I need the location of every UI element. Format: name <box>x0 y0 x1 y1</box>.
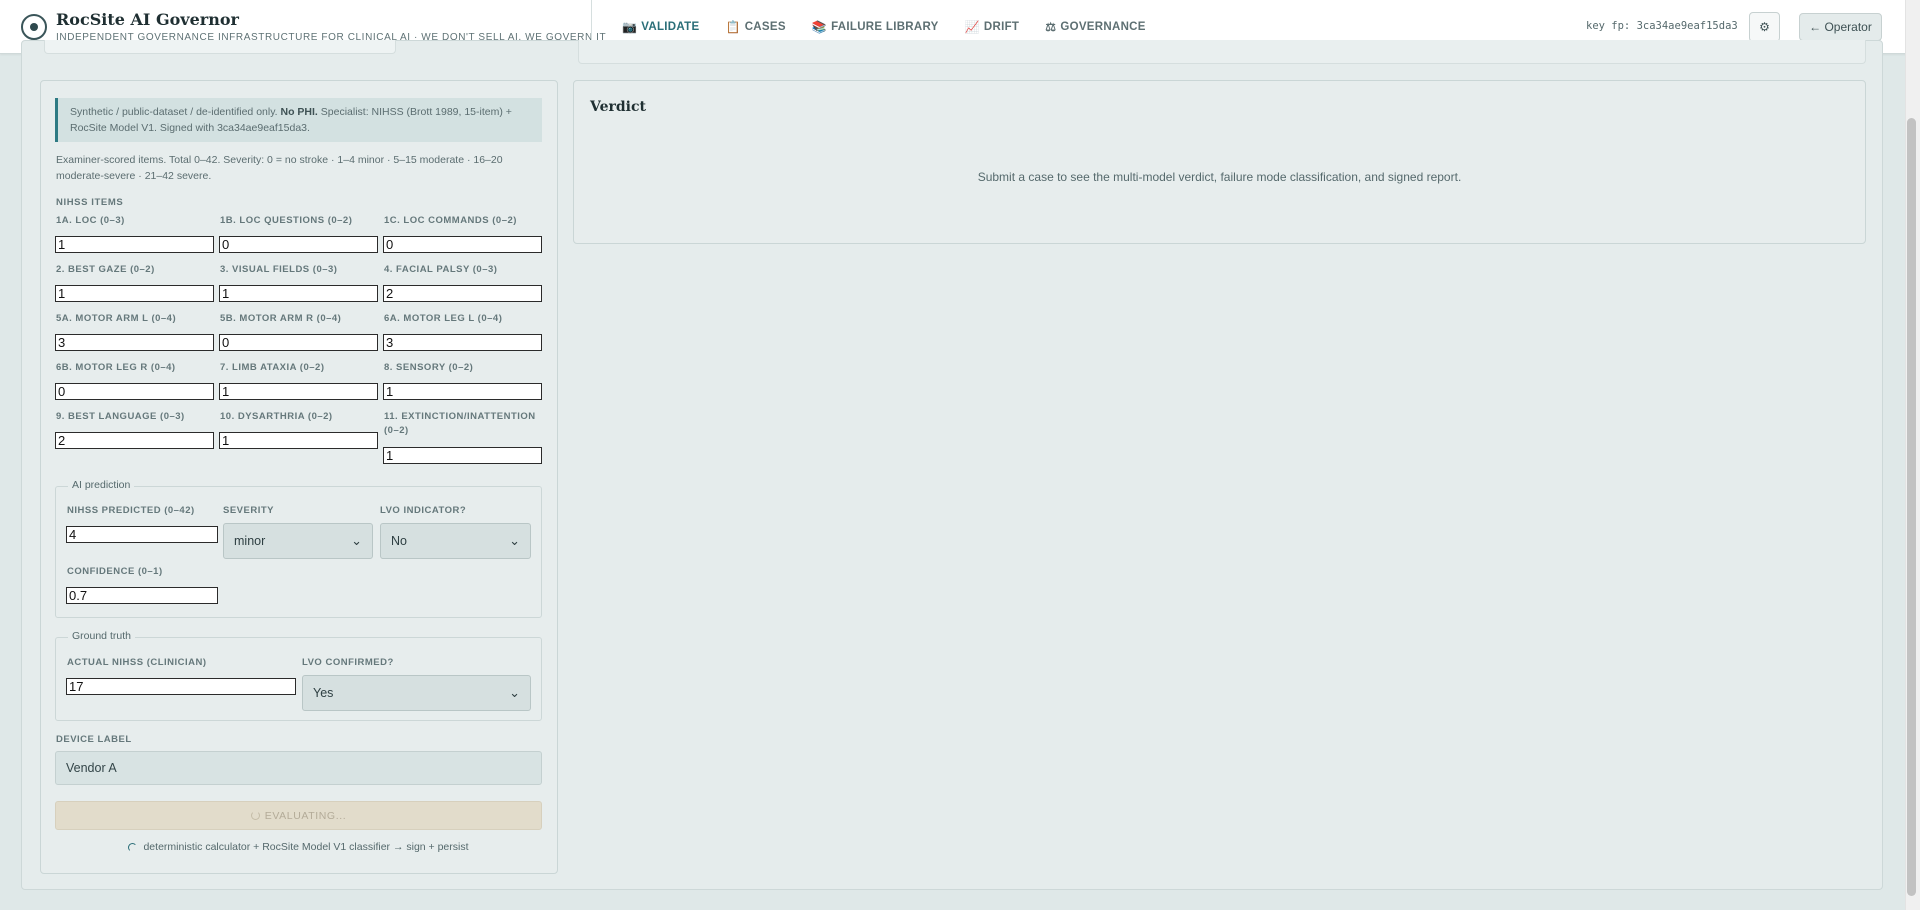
score-description: Examiner-scored items. Total 0–42. Sever… <box>56 154 503 182</box>
item-label: 1A. LOC (0–3) <box>56 215 125 226</box>
chevron-down-icon: ⌄ <box>351 533 362 548</box>
scrollbar-thumb[interactable] <box>1907 118 1916 896</box>
select-value: Yes <box>313 686 334 700</box>
loc-input[interactable] <box>55 236 214 253</box>
actual-nihss-input[interactable] <box>66 678 296 695</box>
field-label: CONFIDENCE (0–1) <box>67 566 163 577</box>
clipboard-icon: 📋 <box>725 19 741 34</box>
app-logo-icon <box>21 14 47 40</box>
progress-status: deterministic calculator + RocSite Model… <box>55 841 542 853</box>
item-label: 5A. MOTOR ARM L (0–4) <box>56 313 177 324</box>
item-label: 2. BEST GAZE (0–2) <box>56 264 155 275</box>
notice-bold: No PHI. <box>280 106 318 118</box>
dysarthria-input[interactable] <box>219 432 378 449</box>
notice-text: Synthetic / public-dataset / de-identifi… <box>70 106 278 118</box>
progress-text: deterministic calculator + RocSite Model… <box>143 841 469 853</box>
verdict-empty-message: Submit a case to see the multi-model ver… <box>977 170 1462 184</box>
nihss-items-heading: NIHSS ITEMS <box>56 197 124 208</box>
lvo-confirmed-select[interactable]: Yes ⌄ <box>302 675 531 711</box>
item-label: 6B. MOTOR LEG R (0–4) <box>56 362 176 373</box>
motor-arm-r-input[interactable] <box>219 334 378 351</box>
ground-truth-legend: Ground truth <box>68 630 135 642</box>
confidence-input[interactable] <box>66 587 218 604</box>
tab-label: GOVERNANCE <box>1060 20 1146 33</box>
device-label-input[interactable]: Vendor A <box>55 751 542 785</box>
chevron-down-icon: ⌄ <box>509 685 520 700</box>
select-value: minor <box>234 534 266 548</box>
chevron-down-icon: ⌄ <box>509 533 520 548</box>
key-fingerprint: key fp: 3ca34ae9eaf15da3 <box>1586 20 1738 32</box>
tab-label: VALIDATE <box>641 20 700 33</box>
facial-palsy-input[interactable] <box>383 285 542 302</box>
spinner-icon <box>250 811 260 820</box>
settings-button[interactable]: ⚙ <box>1749 12 1780 42</box>
item-label: 1B. LOC QUESTIONS (0–2) <box>220 215 353 226</box>
best-language-input[interactable] <box>55 432 214 449</box>
item-label: 8. SENSORY (0–2) <box>384 362 474 373</box>
item-label: 4. FACIAL PALSY (0–3) <box>384 264 498 275</box>
verdict-panel <box>573 80 1866 244</box>
evaluate-button[interactable]: EVALUATING... <box>55 801 542 830</box>
item-label: 9. BEST LANGUAGE (0–3) <box>56 411 185 422</box>
operator-button[interactable]: ← Operator <box>1799 13 1882 41</box>
item-label: 7. LIMB ATAXIA (0–2) <box>220 362 325 373</box>
item-label: 3. VISUAL FIELDS (0–3) <box>220 264 338 275</box>
data-notice: Synthetic / public-dataset / de-identifi… <box>55 98 542 142</box>
field-label: DEVICE LABEL <box>56 734 132 745</box>
tab-label: DRIFT <box>983 20 1020 33</box>
item-label: 6A. MOTOR LEG L (0–4) <box>384 313 503 324</box>
field-label: LVO CONFIRMED? <box>302 657 394 668</box>
field-label: NIHSS PREDICTED (0–42) <box>67 505 195 516</box>
scrolled-panel-edge <box>44 40 396 54</box>
scales-icon: ⚖ <box>1045 19 1057 34</box>
field-label: ACTUAL NIHSS (CLINICIAN) <box>67 657 207 668</box>
spinner-icon <box>128 842 138 852</box>
motor-leg-r-input[interactable] <box>55 383 214 400</box>
item-label: 10. DYSARTHRIA (0–2) <box>220 411 333 422</box>
extinction-input[interactable] <box>383 447 542 464</box>
evaluate-label: EVALUATING... <box>264 809 347 822</box>
best-gaze-input[interactable] <box>55 285 214 302</box>
limb-ataxia-input[interactable] <box>219 383 378 400</box>
chart-icon: 📈 <box>964 19 980 34</box>
motor-leg-l-input[interactable] <box>383 334 542 351</box>
visual-fields-input[interactable] <box>219 285 378 302</box>
field-label: LVO INDICATOR? <box>380 505 467 516</box>
severity-select[interactable]: minor ⌄ <box>223 523 373 559</box>
select-value: No <box>391 534 407 548</box>
scrolled-panel-edge <box>578 40 1866 64</box>
tab-label: FAILURE LIBRARY <box>831 20 939 33</box>
lvo-indicator-select[interactable]: No ⌄ <box>380 523 531 559</box>
verdict-title: Verdict <box>590 99 646 115</box>
item-label: 1C. LOC COMMANDS (0–2) <box>384 215 517 226</box>
nihss-predicted-input[interactable] <box>66 526 218 543</box>
gear-icon: ⚙ <box>1759 20 1770 34</box>
motor-arm-l-input[interactable] <box>55 334 214 351</box>
sensory-input[interactable] <box>383 383 542 400</box>
tab-label: CASES <box>744 20 786 33</box>
loc-questions-input[interactable] <box>219 236 378 253</box>
item-label: 5B. MOTOR ARM R (0–4) <box>220 313 342 324</box>
camera-icon: 📷 <box>622 19 638 34</box>
input-value: Vendor A <box>66 761 117 775</box>
app-title: RocSite AI Governor <box>56 10 239 29</box>
item-label: 11. EXTINCTION/INATTENTION (0–2) <box>384 411 536 436</box>
books-icon: 📚 <box>811 19 828 34</box>
field-label: SEVERITY <box>223 505 274 516</box>
loc-commands-input[interactable] <box>383 236 542 253</box>
ai-prediction-legend: AI prediction <box>68 479 135 491</box>
